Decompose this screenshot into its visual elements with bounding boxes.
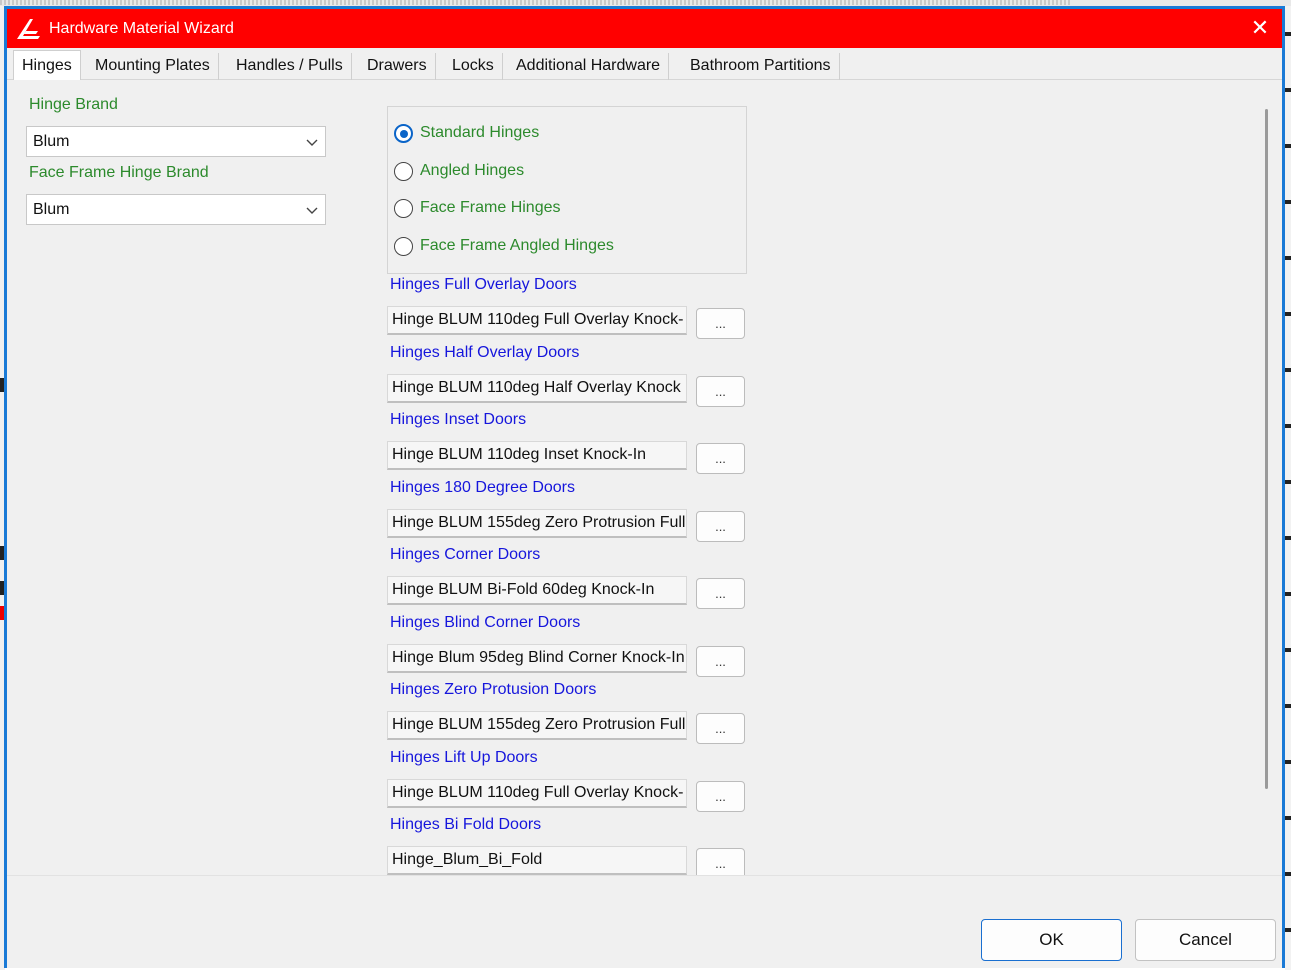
hinges-full-overlay-label: Hinges Full Overlay Doors [390, 276, 577, 293]
hinges-180-degree-label: Hinges 180 Degree Doors [390, 479, 575, 496]
close-button[interactable]: ✕ [1246, 14, 1274, 42]
face-frame-hinge-brand-label: Face Frame Hinge Brand [29, 164, 209, 181]
browse-button[interactable]: ... [696, 713, 745, 744]
radio-label: Face Frame Angled Hinges [420, 237, 614, 254]
hinges-bi-fold-field[interactable]: Hinge_Blum_Bi_Fold [387, 846, 687, 875]
radio-unselected-icon [394, 237, 413, 256]
hinges-bi-fold-label: Hinges Bi Fold Doors [390, 816, 542, 833]
browse-button[interactable]: ... [696, 848, 745, 875]
radio-label: Angled Hinges [420, 162, 525, 179]
hinges-half-overlay-field[interactable]: Hinge BLUM 110deg Half Overlay Knock [387, 374, 687, 403]
browse-button[interactable]: ... [696, 443, 745, 474]
chevron-down-icon [306, 207, 318, 214]
dialog-footer: OK Cancel [7, 875, 1282, 968]
app-logo-icon [17, 19, 40, 39]
browse-button[interactable]: ... [696, 578, 745, 609]
tab-drawers[interactable]: Drawers [359, 53, 436, 80]
hinges-panel: Hinge Brand Blum Face Frame Hinge Brand … [9, 80, 1253, 875]
field-value: Hinge BLUM 110deg Full Overlay Knock- [392, 311, 684, 328]
hinge-brand-value: Blum [33, 133, 70, 150]
browse-button[interactable]: ... [696, 646, 745, 677]
title-bar[interactable]: Hardware Material Wizard ✕ [7, 9, 1282, 48]
window-title: Hardware Material Wizard [49, 20, 234, 37]
hinges-zero-protusion-field[interactable]: Hinge BLUM 155deg Zero Protrusion Full [387, 711, 687, 740]
radio-selected-icon [394, 124, 413, 143]
hardware-material-wizard-dialog: Hardware Material Wizard ✕ Hinges Mounti… [4, 6, 1285, 968]
field-value: Hinge BLUM 155deg Zero Protrusion Full [392, 716, 686, 733]
field-value: Hinge_Blum_Bi_Fold [392, 851, 543, 868]
desktop-background-right [1285, 6, 1291, 970]
radio-label: Face Frame Hinges [420, 199, 561, 216]
radio-label: Standard Hinges [420, 124, 540, 141]
vertical-scrollbar[interactable] [1265, 109, 1268, 789]
hinge-brand-label: Hinge Brand [29, 96, 118, 113]
hinges-corner-field[interactable]: Hinge BLUM Bi-Fold 60deg Knock-In [387, 576, 687, 605]
chevron-down-icon [306, 139, 318, 146]
tab-bathroom-partitions[interactable]: Bathroom Partitions [682, 53, 840, 80]
browse-button[interactable]: ... [696, 511, 745, 542]
hinges-blind-corner-field[interactable]: Hinge Blum 95deg Blind Corner Knock-In [387, 644, 687, 673]
tab-locks[interactable]: Locks [444, 53, 503, 80]
cancel-button[interactable]: Cancel [1135, 919, 1276, 961]
close-icon: ✕ [1250, 15, 1270, 40]
desktop-background-dots [0, 0, 1070, 5]
hinge-brand-dropdown[interactable]: Blum [26, 126, 326, 157]
field-value: Hinge Blum 95deg Blind Corner Knock-In [392, 649, 685, 666]
hinge-type-radio-group: Standard Hinges Angled Hinges Face Frame… [387, 106, 747, 274]
field-value: Hinge BLUM Bi-Fold 60deg Knock-In [392, 581, 655, 598]
browse-button[interactable]: ... [696, 376, 745, 407]
face-frame-hinge-brand-value: Blum [33, 201, 70, 218]
hinges-corner-label: Hinges Corner Doors [390, 546, 541, 563]
tab-additional-hardware[interactable]: Additional Hardware [508, 53, 670, 80]
hinges-lift-up-label: Hinges Lift Up Doors [390, 749, 538, 766]
tab-hinges[interactable]: Hinges [13, 50, 81, 81]
ok-button[interactable]: OK [981, 919, 1122, 961]
hinges-lift-up-field[interactable]: Hinge BLUM 110deg Full Overlay Knock- [387, 779, 687, 808]
field-value: Hinge BLUM 155deg Zero Protrusion Full [392, 514, 686, 531]
hinges-180-degree-field[interactable]: Hinge BLUM 155deg Zero Protrusion Full [387, 509, 687, 538]
hinges-blind-corner-label: Hinges Blind Corner Doors [390, 614, 581, 631]
field-value: Hinge BLUM 110deg Half Overlay Knock [392, 379, 681, 396]
hinges-inset-label: Hinges Inset Doors [390, 411, 527, 428]
browse-button[interactable]: ... [696, 308, 745, 339]
hinges-half-overlay-label: Hinges Half Overlay Doors [390, 344, 580, 361]
field-value: Hinge BLUM 110deg Inset Knock-In [392, 446, 647, 463]
hinges-zero-protusion-label: Hinges Zero Protusion Doors [390, 681, 597, 698]
browse-button[interactable]: ... [696, 781, 745, 812]
tab-bar: Hinges Mounting Plates Handles / Pulls D… [7, 48, 1282, 81]
field-value: Hinge BLUM 110deg Full Overlay Knock- [392, 784, 684, 801]
tab-mounting-plates[interactable]: Mounting Plates [87, 53, 219, 80]
face-frame-hinge-brand-dropdown[interactable]: Blum [26, 194, 326, 225]
hinges-inset-field[interactable]: Hinge BLUM 110deg Inset Knock-In [387, 441, 687, 470]
radio-unselected-icon [394, 162, 413, 181]
radio-unselected-icon [394, 199, 413, 218]
hinges-full-overlay-field[interactable]: Hinge BLUM 110deg Full Overlay Knock- [387, 306, 687, 335]
tab-handles-pulls[interactable]: Handles / Pulls [228, 53, 352, 80]
